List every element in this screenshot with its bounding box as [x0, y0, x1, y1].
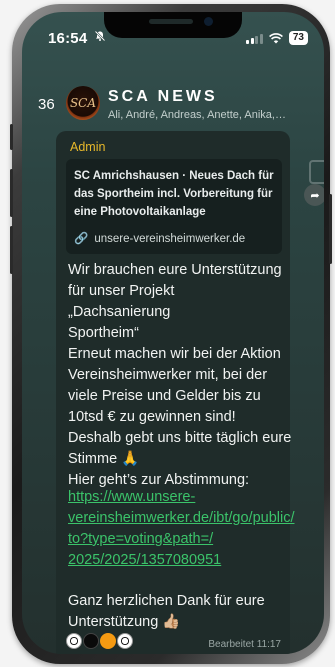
message-thanks: Ganz herzlichen Dank für eure Unterstütz…	[68, 593, 265, 630]
power-button	[329, 194, 332, 264]
volume-down-button	[10, 226, 13, 274]
group-avatar[interactable]: SCA	[66, 86, 100, 120]
volume-up-button	[10, 169, 13, 217]
soccer-ball-icon	[66, 633, 82, 649]
edited-timestamp: Bearbeitet 11:17	[208, 639, 281, 650]
notch	[104, 12, 242, 38]
emoji-row	[66, 633, 133, 649]
message-bubble[interactable]: Admin SC Amrichshausen · Neues Dach für …	[56, 131, 294, 654]
message-link[interactable]: https://www.unsere- vereinsheimwerker.de…	[68, 487, 294, 571]
speaker	[149, 19, 193, 24]
header-action-icon[interactable]	[309, 160, 324, 184]
link-preview-domain: 🔗 unsere-vereinsheimwerker.de	[74, 231, 245, 245]
status-time: 16:54	[48, 30, 88, 47]
signal-icon	[246, 33, 263, 44]
link-preview-title: SC Amrichshausen · Neues Dach für das Sp…	[74, 170, 274, 218]
forward-icon[interactable]: ➦	[304, 184, 324, 206]
phone-screen: 16:54 73 36 SCA SCA NEWS Ali, André, And…	[22, 12, 324, 654]
link-icon: 🔗	[74, 233, 89, 245]
black-circle-icon	[83, 633, 99, 649]
battery-icon: 73	[288, 31, 308, 45]
camera	[204, 17, 213, 26]
message-body: Wir brauchen eure Unterstützung für unse…	[68, 262, 292, 488]
mute-switch	[10, 124, 13, 150]
link-preview-domain-text: unsere-vereinsheimwerker.de	[94, 233, 246, 245]
group-name[interactable]: SCA NEWS	[108, 88, 218, 106]
group-members: Ali, André, Andreas, Anette, Anika,…	[108, 109, 286, 121]
back-unread-count[interactable]: 36	[38, 96, 55, 113]
bell-slash-icon	[94, 30, 106, 45]
wifi-icon	[268, 32, 283, 43]
message-sender: Admin	[70, 140, 106, 154]
soccer-ball-icon	[117, 633, 133, 649]
link-preview[interactable]: SC Amrichshausen · Neues Dach für das Sp…	[66, 159, 282, 254]
orange-circle-icon	[100, 633, 116, 649]
chat-header[interactable]: 36 SCA SCA NEWS Ali, André, Andreas, Ane…	[22, 80, 324, 184]
